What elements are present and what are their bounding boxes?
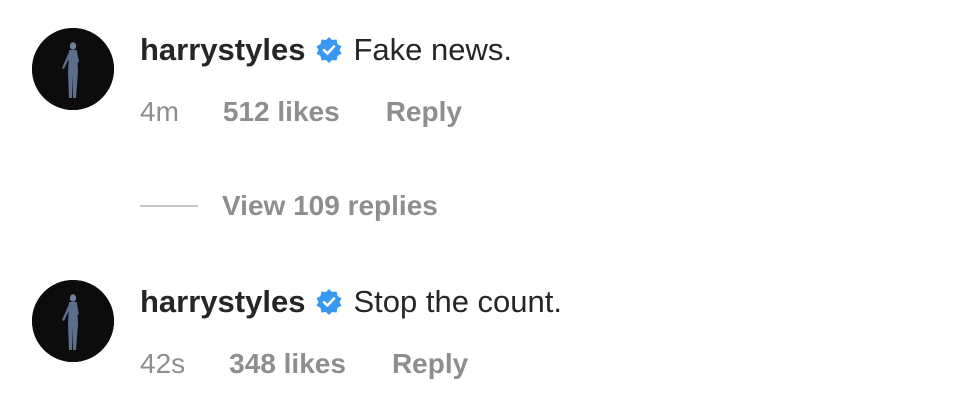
likes-count-link[interactable]: 348 likes [229,348,346,380]
username-link[interactable]: harrystyles [140,284,305,320]
comment-header: harrystyles Fake news. [140,28,512,72]
comment-meta: 4m 512 likes Reply [140,92,462,132]
likes-count-link[interactable]: 512 likes [223,96,340,128]
reply-button[interactable]: Reply [386,96,462,128]
divider-line [140,205,198,207]
comment-meta: 42s 348 likes Reply [140,344,468,384]
verified-badge-icon [315,288,343,316]
avatar[interactable] [32,28,114,110]
profile-photo-icon [32,28,114,110]
username-link[interactable]: harrystyles [140,32,305,68]
verified-badge-icon [315,36,343,64]
comment-timestamp: 4m [140,96,179,127]
avatar[interactable] [32,280,114,362]
comment-header: harrystyles Stop the count. [140,280,562,324]
comment-timestamp: 42s [140,348,186,379]
view-replies-button[interactable]: View 109 replies [140,184,438,228]
reply-button[interactable]: Reply [392,348,468,380]
profile-photo-icon [32,280,114,362]
comment-text: Fake news. [353,32,512,67]
view-replies-label: View 109 replies [222,190,438,221]
comment-text: Stop the count. [353,284,562,319]
